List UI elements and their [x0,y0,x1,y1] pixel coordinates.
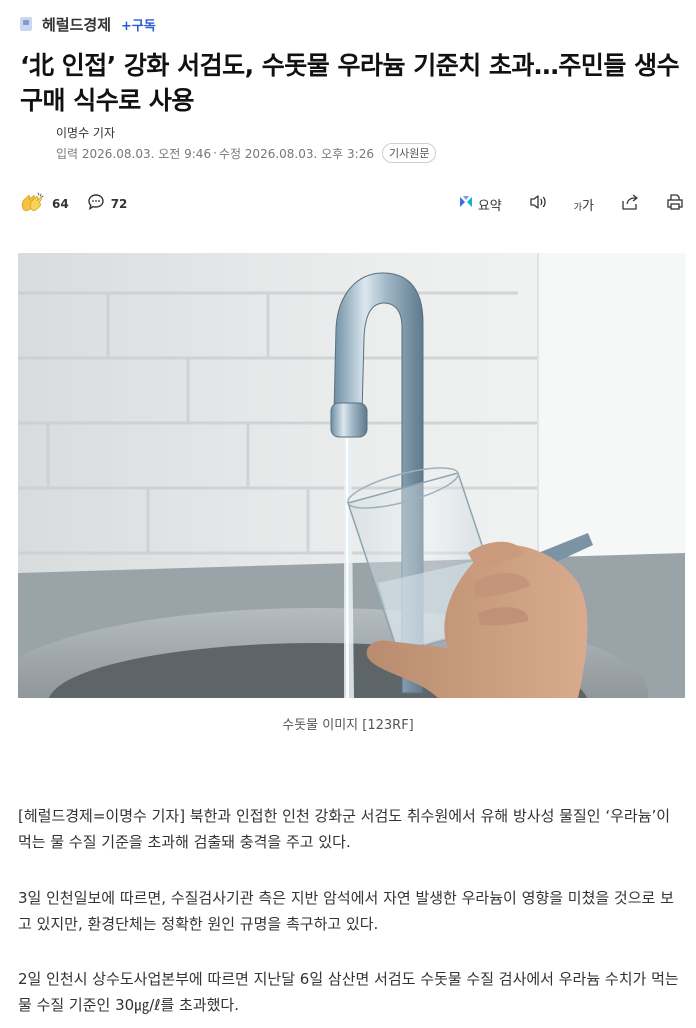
speech-bubble-icon [87,193,105,215]
reaction-count: 64 [52,197,69,211]
image-caption: 수돗물 이미지 [123RF] [282,718,414,733]
article-paragraph: [헤럴드경제=이명수 기자] 북한과 인접한 인천 강화군 서검도 취수원에서 … [18,807,671,851]
original-article-button[interactable]: 기사원문 [381,143,437,163]
reporter-name[interactable]: 이명수 기자 [56,124,115,141]
reaction-button[interactable]: 64 [20,192,69,216]
speaker-icon [528,193,548,215]
font-size-icon: 가가 [573,198,594,214]
clap-hands-icon [20,192,46,216]
font-size-button[interactable]: 가가 [574,195,594,214]
article-paragraph: 3일 인천일보에 따르면, 수질검사기관 측은 지반 암석에서 자연 발생한 우… [18,889,674,933]
font-size-label: 가 [582,198,594,214]
subscribe-button[interactable]: +구독 [121,15,156,34]
press-logo-icon[interactable] [20,17,32,31]
article-photo [18,253,685,698]
summary-label: 요약 [477,198,502,214]
share-button[interactable] [620,193,640,215]
ai-summary-icon [458,194,474,214]
meta-separator: · [213,146,217,160]
article-timestamps: 입력 2026.08.03. 오전 9:46 · 수정 2026.08.03. … [56,143,437,163]
audio-button[interactable] [528,193,548,215]
article-headline: ‘北 인접’ 강화 서검도, 수돗물 우라늄 기준치 초과…주민들 생수 구매 … [20,51,680,115]
article-action-bar: 64 72 요약 가가 [20,191,684,217]
press-header: 헤럴드경제 +구독 [20,12,156,36]
print-icon [666,193,684,215]
print-button[interactable] [666,193,684,215]
modified-time: 수정 2026.08.03. 오후 3:26 [218,146,374,161]
comment-button[interactable]: 72 [87,193,128,215]
article-paragraph: 2일 인천시 상수도사업본부에 따르면 지난달 6일 삼산면 서검도 수돗물 수… [18,970,679,1014]
published-time: 입력 2026.08.03. 오전 9:46 [56,146,212,161]
share-icon [620,193,640,215]
summary-button[interactable]: 요약 [458,194,502,214]
comment-count: 72 [110,197,128,211]
press-name[interactable]: 헤럴드경제 [42,14,111,35]
